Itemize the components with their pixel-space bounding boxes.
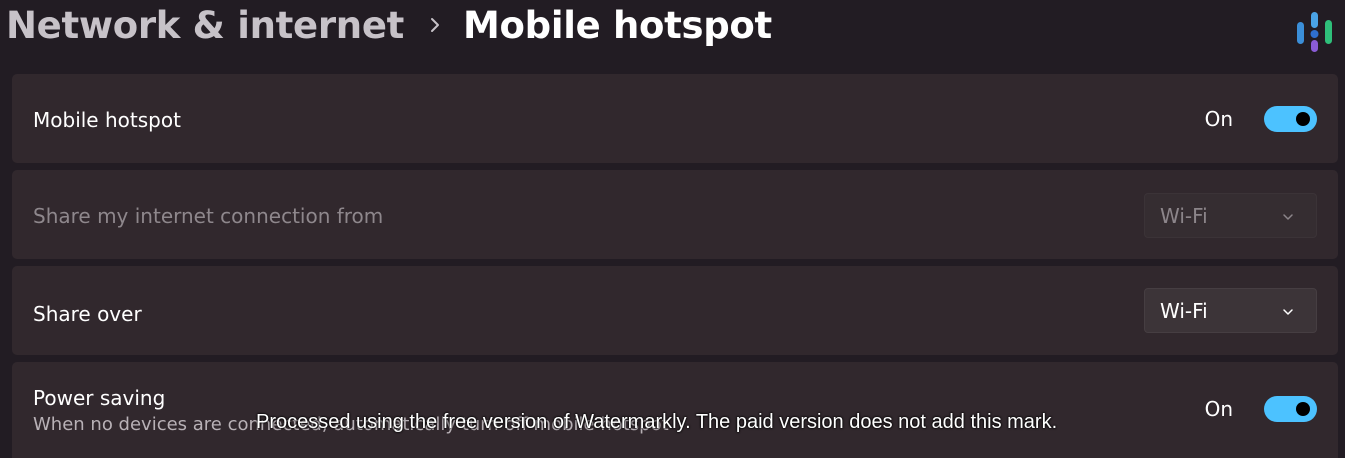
share-over-label: Share over — [33, 302, 142, 326]
power-saving-state-text: On — [1204, 397, 1233, 421]
share-over-card: Share over Wi-Fi — [12, 266, 1338, 355]
toggle-knob — [1296, 112, 1310, 126]
share-from-label: Share my internet connection from — [33, 204, 384, 228]
power-saving-toggle-group: On — [1205, 396, 1317, 422]
toggle-knob — [1296, 402, 1310, 416]
mobile-hotspot-card: Mobile hotspot On — [12, 74, 1338, 163]
share-over-value: Wi-Fi — [1160, 298, 1208, 323]
brand-logo-icon — [1295, 10, 1335, 54]
power-saving-label: Power saving — [33, 386, 166, 410]
watermark-text: Processed using the free version of Wate… — [256, 411, 1058, 433]
mobile-hotspot-toggle[interactable] — [1264, 106, 1317, 132]
mobile-hotspot-label: Mobile hotspot — [33, 108, 181, 132]
page-title: Mobile hotspot — [463, 3, 772, 47]
mobile-hotspot-state-text: On — [1204, 107, 1233, 131]
chevron-down-icon — [1281, 209, 1295, 228]
power-saving-card: Power saving When no devices are connect… — [12, 362, 1338, 458]
breadcrumb: Network & internet Mobile hotspot — [6, 0, 772, 50]
mobile-hotspot-toggle-group: On — [1205, 106, 1317, 132]
chevron-down-icon — [1281, 304, 1295, 323]
share-from-value: Wi-Fi — [1160, 203, 1208, 228]
share-from-card: Share my internet connection from Wi-Fi — [12, 170, 1338, 259]
power-saving-toggle[interactable] — [1264, 396, 1317, 422]
share-from-dropdown: Wi-Fi — [1144, 193, 1317, 238]
share-over-dropdown[interactable]: Wi-Fi — [1144, 288, 1317, 333]
breadcrumb-parent-link[interactable]: Network & internet — [6, 4, 404, 47]
chevron-right-icon — [430, 17, 441, 33]
settings-page: Network & internet Mobile hotspot Mobile… — [0, 0, 1345, 458]
